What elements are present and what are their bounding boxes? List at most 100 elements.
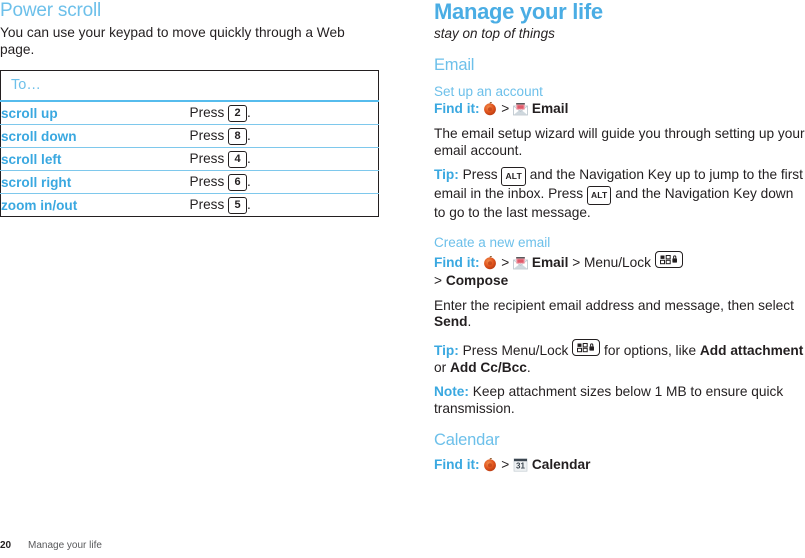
press-label: Press (189, 127, 225, 143)
findit-label: Find it: (434, 101, 480, 116)
compose-body-text: Enter the recipient email address and me… (434, 297, 794, 313)
row-action-label: scroll left (0, 147, 190, 172)
menu-icon (483, 458, 497, 472)
tip-text-1: Press Menu/Lock (462, 342, 569, 358)
findit-target: Email (531, 254, 569, 270)
note-text: Keep attachment sizes below 1 MB to ensu… (434, 384, 784, 416)
table-header-row: To… (0, 70, 379, 103)
page-footer: 20 Manage your life (0, 540, 102, 552)
press-label: Press (189, 150, 225, 166)
period: . (467, 314, 472, 330)
tip-text-1: Press (462, 167, 498, 183)
email-setup-body: The email setup wizard will guide you th… (434, 126, 805, 158)
power-scroll-table: To… scroll up Press 2. scroll down Press… (0, 70, 379, 218)
table-row: scroll left Press 4. (0, 147, 379, 172)
task-setup-account-title: Set up an account (434, 84, 543, 99)
row-instruction: Press 2. (189, 101, 379, 126)
period: . (247, 173, 251, 189)
period: . (526, 359, 531, 375)
task-create-email-title: Create a new email (434, 234, 551, 250)
alt-key-icon: ALT (586, 186, 612, 206)
table-row: scroll down Press 8. (0, 124, 379, 149)
table-row: scroll right Press 6. (0, 170, 379, 195)
calendar-section-heading: Calendar (434, 431, 500, 450)
row-action-label: scroll down (0, 124, 190, 149)
row-instruction: Press 6. (189, 170, 379, 195)
findit-setup-account: Find it: > Email (434, 100, 805, 118)
period: . (247, 150, 251, 166)
keycap-5: 5 (228, 196, 248, 214)
compose-target: Compose (445, 272, 509, 288)
period: . (247, 127, 251, 143)
findit-separator: > (501, 457, 510, 473)
add-attachment-label: Add attachment (699, 342, 804, 358)
page-number: 20 (0, 540, 12, 551)
chapter-title: Manage your life (434, 0, 603, 24)
tip-label: Tip: (434, 167, 459, 183)
table-header-to: To… (0, 70, 379, 103)
row-instruction: Press 5. (190, 194, 379, 217)
period: . (247, 196, 251, 212)
left-column: Power scroll You can use your keypad to … (0, 0, 381, 218)
manual-page: Power scroll You can use your keypad to … (0, 0, 805, 558)
chapter-subtitle: stay on top of things (434, 26, 555, 41)
table-row: zoom in/out Press 5. (1, 194, 379, 217)
tip-or: or (434, 359, 447, 375)
calendar-app-icon: 31 (513, 458, 528, 472)
period: . (247, 104, 251, 120)
press-label: Press (189, 173, 225, 189)
menu-lock-key-icon (654, 250, 683, 268)
table-body: scroll up Press 2. scroll down Press 8. … (0, 101, 379, 217)
table-row: scroll up Press 2. (0, 101, 379, 126)
note-label: Note: (434, 384, 469, 400)
findit-target: Calendar (531, 457, 591, 473)
menu-lock-label: Menu/Lock (584, 254, 651, 270)
keycap-8: 8 (228, 127, 248, 145)
email-app-icon (513, 102, 528, 116)
menu-icon (483, 255, 497, 270)
alt-key-icon: ALT (501, 167, 526, 187)
email-section-heading: Email (434, 56, 475, 74)
findit-separator: > (501, 101, 510, 116)
email-setup-tip: Tip: Press ALT and the Navigation Key up… (434, 167, 805, 222)
press-label: Press (189, 104, 225, 120)
findit-create-email: Find it: > Email > Menu/Lock > Compose (434, 250, 805, 290)
row-action-label: scroll up (0, 101, 190, 126)
press-label: Press (189, 196, 225, 212)
svg-text:31: 31 (516, 462, 525, 471)
keycap-4: 4 (228, 150, 248, 168)
findit-label: Find it: (434, 254, 480, 270)
table-head: To… (0, 70, 379, 103)
findit-calendar: Find it: > 31 Calendar (434, 456, 805, 474)
tip-text-2: for options, like (604, 342, 697, 358)
row-instruction: Press 8. (189, 124, 379, 149)
findit-label: Find it: (434, 457, 480, 473)
row-action-label: zoom in/out (1, 197, 78, 213)
compose-body: Enter the recipient email address and me… (434, 298, 805, 331)
keycap-6: 6 (228, 173, 248, 191)
findit-target: Email (531, 101, 569, 116)
send-label: Send (434, 314, 468, 330)
tip-label: Tip: (434, 342, 459, 358)
power-scroll-intro: You can use your keypad to move quickly … (0, 25, 345, 57)
menu-icon (483, 101, 497, 116)
compose-separator: > (434, 272, 442, 288)
footer-chapter-title: Manage your life (28, 540, 102, 551)
add-cc-bcc-label: Add Cc/Bcc (449, 359, 527, 375)
compose-tip: Tip: Press Menu/Lock for options, like A… (434, 338, 805, 376)
attachment-note: Note: Keep attachment sizes below 1 MB t… (434, 384, 805, 417)
row-instruction: Press 4. (189, 147, 379, 172)
right-column: Manage your life stay on top of things E… (434, 0, 805, 474)
findit-separator: > (501, 254, 510, 270)
findit-separator-2: > (572, 254, 581, 270)
